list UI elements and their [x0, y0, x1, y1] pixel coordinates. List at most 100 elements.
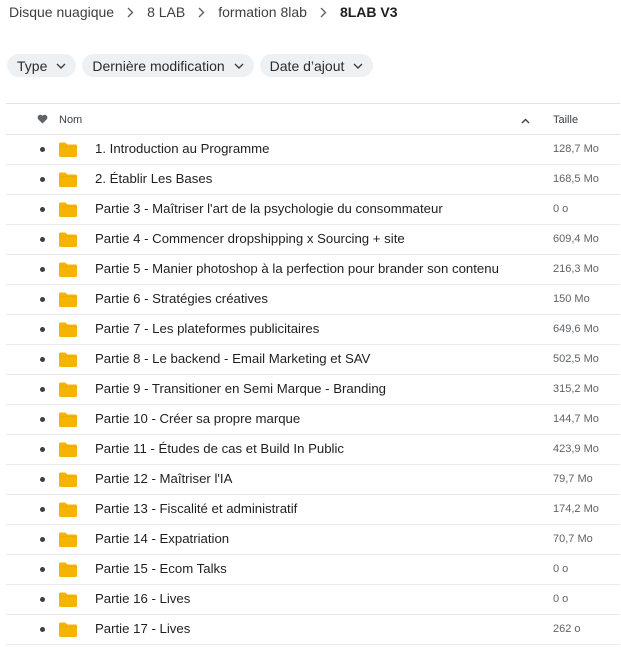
table-row[interactable]: Partie 3 - Maîtriser l'art de la psychol…	[6, 195, 620, 225]
sort-ascending-icon[interactable]	[521, 115, 530, 127]
status-dot	[40, 147, 45, 152]
table-row[interactable]: Partie 10 - Créer sa propre marque 144,7…	[6, 405, 620, 435]
folder-size: 502,5 Mo	[553, 353, 599, 365]
status-dot	[40, 507, 45, 512]
folder-icon	[59, 562, 77, 582]
status-dot	[40, 237, 45, 242]
table-row[interactable]: 2. Établir Les Bases 168,5 Mo	[6, 165, 620, 195]
breadcrumb-item-cloud-drive[interactable]: Disque nuagique	[9, 4, 114, 20]
folder-name: Partie 6 - Stratégies créatives	[95, 291, 268, 306]
folder-size: 168,5 Mo	[553, 173, 599, 185]
file-table: Nom Taille 1. Introduction au Programme …	[6, 103, 620, 645]
filter-modified-button[interactable]: Dernière modification	[82, 54, 254, 77]
filter-bar: Type Dernière modification Date d’ajout	[7, 54, 374, 77]
chevron-right-icon	[320, 7, 327, 18]
table-row[interactable]: Partie 12 - Maîtriser l'IA 79,7 Mo	[6, 465, 620, 495]
folder-icon	[59, 352, 77, 372]
folder-icon	[59, 292, 77, 312]
folder-icon	[59, 502, 77, 522]
folder-icon	[59, 172, 77, 192]
table-row[interactable]: Partie 16 - Lives 0 o	[6, 585, 620, 615]
folder-size: 0 o	[553, 593, 569, 605]
folder-name: Partie 12 - Maîtriser l'IA	[95, 471, 233, 486]
folder-name: 1. Introduction au Programme	[95, 141, 270, 156]
folder-size: 609,4 Mo	[553, 233, 599, 245]
table-row[interactable]: Partie 14 - Expatriation 70,7 Mo	[6, 525, 620, 555]
folder-icon	[59, 382, 77, 402]
table-row[interactable]: Partie 11 - Études de cas et Build In Pu…	[6, 435, 620, 465]
folder-size: 150 Mo	[553, 293, 590, 305]
table-row[interactable]: Partie 7 - Les plateformes publicitaires…	[6, 315, 620, 345]
table-row[interactable]: Partie 9 - Transitioner en Semi Marque -…	[6, 375, 620, 405]
folder-name: Partie 13 - Fiscalité et administratif	[95, 501, 298, 516]
table-row[interactable]: Partie 8 - Le backend - Email Marketing …	[6, 345, 620, 375]
folder-icon	[59, 412, 77, 432]
folder-size: 70,7 Mo	[553, 533, 593, 545]
status-dot	[40, 627, 45, 632]
folder-name: Partie 10 - Créer sa propre marque	[95, 411, 301, 426]
folder-size: 315,2 Mo	[553, 383, 599, 395]
breadcrumb-item-current[interactable]: 8LAB V3	[340, 4, 398, 20]
table-row[interactable]: Partie 13 - Fiscalité et administratif 1…	[6, 495, 620, 525]
status-dot	[40, 597, 45, 602]
status-dot	[40, 177, 45, 182]
folder-icon	[59, 202, 77, 222]
folder-name: Partie 4 - Commencer dropshipping x Sour…	[95, 231, 405, 246]
folder-name: Partie 16 - Lives	[95, 591, 191, 606]
breadcrumb-item-8lab[interactable]: 8 LAB	[147, 4, 185, 20]
status-dot	[40, 387, 45, 392]
table-row[interactable]: Partie 17 - Lives 262 o	[6, 615, 620, 645]
status-dot	[40, 267, 45, 272]
folder-size: 174,2 Mo	[553, 503, 599, 515]
table-row[interactable]: Partie 4 - Commencer dropshipping x Sour…	[6, 225, 620, 255]
status-dot	[40, 537, 45, 542]
folder-name: Partie 17 - Lives	[95, 621, 191, 636]
folder-name: Partie 14 - Expatriation	[95, 531, 230, 546]
filter-added-button[interactable]: Date d’ajout	[259, 54, 374, 77]
folder-size: 0 o	[553, 563, 569, 575]
folder-size: 128,7 Mo	[553, 143, 599, 155]
status-dot	[40, 447, 45, 452]
folder-icon	[59, 472, 77, 492]
breadcrumb: Disque nuagique 8 LAB formation 8lab 8LA…	[9, 3, 398, 21]
status-dot	[40, 477, 45, 482]
folder-name: Partie 15 - Ecom Talks	[95, 561, 227, 576]
folder-icon	[59, 262, 77, 282]
folder-name: Partie 5 - Manier photoshop à la perfect…	[95, 261, 499, 276]
chevron-down-icon	[56, 63, 66, 69]
folder-icon	[59, 142, 77, 162]
folder-name: Partie 8 - Le backend - Email Marketing …	[95, 351, 371, 366]
chevron-down-icon	[353, 63, 363, 69]
filter-modified-label: Dernière modification	[92, 57, 225, 74]
table-row[interactable]: Partie 15 - Ecom Talks 0 o	[6, 555, 620, 585]
folder-size: 144,7 Mo	[553, 413, 599, 425]
chevron-right-icon	[198, 7, 205, 18]
table-row[interactable]: Partie 5 - Manier photoshop à la perfect…	[6, 255, 620, 285]
folder-size: 649,6 Mo	[553, 323, 599, 335]
folder-size: 262 o	[553, 623, 581, 635]
status-dot	[40, 567, 45, 572]
column-header-size[interactable]: Taille	[553, 114, 578, 126]
folder-icon	[59, 592, 77, 612]
status-dot	[40, 357, 45, 362]
folder-name: Partie 3 - Maîtriser l'art de la psychol…	[95, 201, 443, 216]
folder-name: 2. Établir Les Bases	[95, 171, 213, 186]
filter-type-label: Type	[17, 57, 48, 74]
status-dot	[40, 207, 45, 212]
folder-icon	[59, 442, 77, 462]
table-row[interactable]: Partie 6 - Stratégies créatives 150 Mo	[6, 285, 620, 315]
column-header-name[interactable]: Nom	[59, 114, 82, 126]
filter-added-label: Date d’ajout	[269, 57, 345, 74]
filter-type-button[interactable]: Type	[7, 54, 77, 77]
folder-size: 0 o	[553, 203, 569, 215]
folder-icon	[59, 622, 77, 642]
heart-icon[interactable]	[37, 114, 48, 127]
breadcrumb-item-formation[interactable]: formation 8lab	[218, 4, 307, 20]
folder-name: Partie 7 - Les plateformes publicitaires	[95, 321, 320, 336]
folder-size: 79,7 Mo	[553, 473, 593, 485]
folder-icon	[59, 232, 77, 252]
folder-name: Partie 9 - Transitioner en Semi Marque -…	[95, 381, 386, 396]
folder-icon	[59, 322, 77, 342]
table-row[interactable]: 1. Introduction au Programme 128,7 Mo	[6, 135, 620, 165]
status-dot	[40, 297, 45, 302]
